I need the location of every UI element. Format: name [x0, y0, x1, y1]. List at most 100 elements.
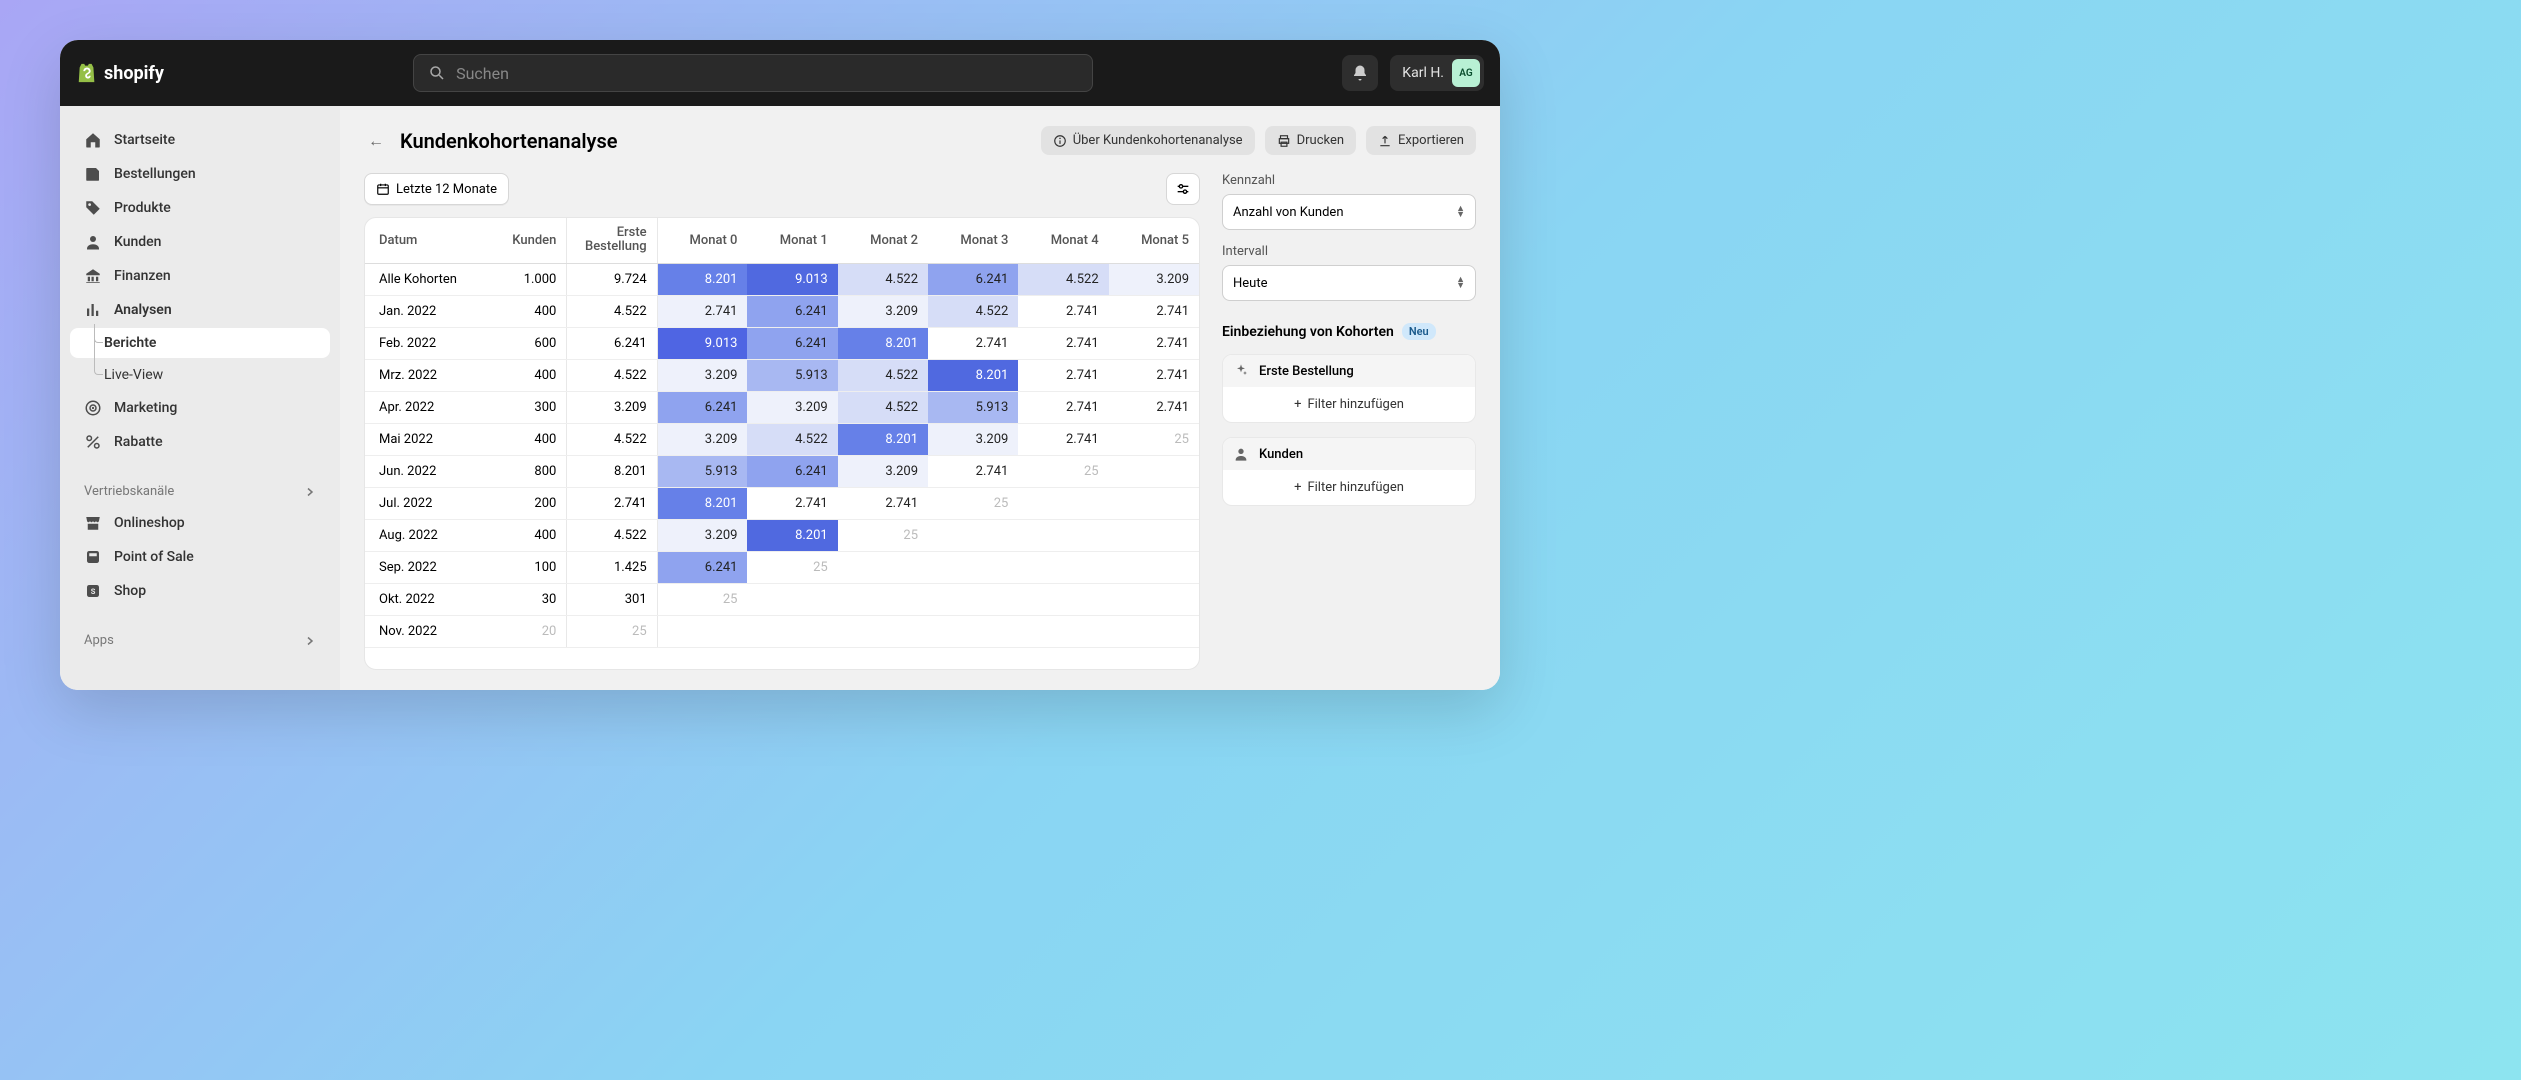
cohort-cell: 8.201 — [838, 423, 928, 455]
column-header[interactable]: Monat 5 — [1109, 218, 1199, 263]
orders-icon — [84, 165, 102, 183]
logo[interactable]: shopify — [76, 61, 164, 85]
notifications-button[interactable] — [1342, 55, 1378, 91]
table-row: Jun. 20228008.2015.9136.2413.2092.74125 — [365, 455, 1199, 487]
column-header[interactable]: Datum — [365, 218, 492, 263]
sidebar-item-home[interactable]: Startseite — [70, 124, 330, 156]
interval-select[interactable]: Heute ▲▼ — [1222, 265, 1476, 301]
row-label: Aug. 2022 — [365, 519, 492, 551]
sidebar-item-label: Produkte — [114, 200, 171, 216]
sidebar-item-analytics[interactable]: Analysen — [70, 294, 330, 326]
chevron-right-icon — [304, 486, 316, 498]
cell-value: 4.522 — [567, 295, 657, 327]
select-chevrons-icon: ▲▼ — [1456, 277, 1465, 289]
search-placeholder: Suchen — [456, 64, 509, 83]
sidebar-item-label: Startseite — [114, 132, 175, 148]
sidebar-section-apps[interactable]: Apps — [70, 627, 330, 654]
column-header[interactable]: Monat 4 — [1018, 218, 1108, 263]
cell-value: 200 — [492, 487, 566, 519]
back-button[interactable]: ← — [364, 129, 388, 153]
cohort-cell — [657, 615, 747, 647]
printer-icon — [1277, 134, 1291, 148]
metric-select[interactable]: Anzahl von Kunden ▲▼ — [1222, 194, 1476, 230]
cell-value: 20 — [492, 615, 566, 647]
cell-value: 2.741 — [567, 487, 657, 519]
print-button[interactable]: Drucken — [1265, 126, 1356, 155]
row-label: Feb. 2022 — [365, 327, 492, 359]
sidebar-section-channels[interactable]: Vertriebskanäle — [70, 478, 330, 505]
column-header[interactable]: ErsteBestellung — [567, 218, 657, 263]
sidebar: Startseite Bestellungen Produkte Kunden … — [60, 106, 340, 690]
sidebar-item-customers[interactable]: Kunden — [70, 226, 330, 258]
sidebar-item-liveview[interactable]: Live-View — [70, 360, 330, 390]
add-filter-button[interactable]: + Filter hinzufügen — [1223, 470, 1475, 505]
column-header[interactable]: Monat 2 — [838, 218, 928, 263]
cohort-cell: 3.209 — [657, 359, 747, 391]
cohort-cell — [1109, 551, 1199, 583]
sidebar-item-pos[interactable]: Point of Sale — [70, 541, 330, 573]
cell-value: 9.724 — [567, 263, 657, 295]
sidebar-item-label: Shop — [114, 583, 146, 599]
date-range-button[interactable]: Letzte 12 Monate — [364, 173, 509, 205]
column-header[interactable]: Monat 1 — [747, 218, 837, 263]
cohort-cell: 2.741 — [1018, 359, 1108, 391]
sidebar-item-label: Onlineshop — [114, 515, 185, 531]
cohort-cell: 5.913 — [657, 455, 747, 487]
cell-value: 600 — [492, 327, 566, 359]
card-title: Erste Bestellung — [1259, 364, 1354, 379]
table-row: Feb. 20226006.2419.0136.2418.2012.7412.7… — [365, 327, 1199, 359]
sidebar-item-reports[interactable]: Berichte — [70, 328, 330, 358]
sidebar-item-label: Rabatte — [114, 434, 163, 450]
cohort-cell: 4.522 — [838, 391, 928, 423]
table-row: Alle Kohorten1.0009.7248.2019.0134.5226.… — [365, 263, 1199, 295]
sidebar-item-discounts[interactable]: Rabatte — [70, 426, 330, 458]
cell-value: 400 — [492, 519, 566, 551]
table-settings-button[interactable] — [1166, 173, 1200, 205]
column-header[interactable]: Monat 3 — [928, 218, 1018, 263]
cohort-cell: 2.741 — [1018, 295, 1108, 327]
column-header[interactable]: Monat 0 — [657, 218, 747, 263]
percent-icon — [84, 433, 102, 451]
app-shell: shopify Suchen Karl H. AG Startseite — [60, 40, 1500, 690]
sidebar-item-shop[interactable]: S Shop — [70, 575, 330, 607]
sidebar-item-products[interactable]: Produkte — [70, 192, 330, 224]
cell-value: 301 — [567, 583, 657, 615]
cohort-cell: 6.241 — [657, 551, 747, 583]
add-filter-button[interactable]: + Filter hinzufügen — [1223, 387, 1475, 422]
sidebar-item-finance[interactable]: Finanzen — [70, 260, 330, 292]
search-input[interactable]: Suchen — [413, 54, 1093, 92]
sidebar-section-label: Vertriebskanäle — [84, 484, 174, 499]
cohort-cell — [1018, 583, 1108, 615]
inclusion-title: Einbeziehung von Kohorten — [1222, 324, 1394, 340]
export-button[interactable]: Exportieren — [1366, 126, 1476, 155]
select-chevrons-icon: ▲▼ — [1456, 206, 1465, 218]
sidebar-item-orders[interactable]: Bestellungen — [70, 158, 330, 190]
about-button[interactable]: Über Kundenkohortenanalyse — [1041, 126, 1255, 155]
avatar: AG — [1452, 59, 1480, 87]
cohort-cell: 2.741 — [1018, 327, 1108, 359]
cohort-cell: 25 — [747, 551, 837, 583]
sidebar-item-marketing[interactable]: Marketing — [70, 392, 330, 424]
cohort-cell: 8.201 — [657, 487, 747, 519]
cohort-cell: 25 — [838, 519, 928, 551]
table-scroll[interactable]: DatumKundenErsteBestellungMonat 0Monat 1… — [365, 218, 1199, 669]
cell-value: 1.000 — [492, 263, 566, 295]
sidebar-item-label: Marketing — [114, 400, 177, 416]
table-row: Mrz. 20224004.5223.2095.9134.5228.2012.7… — [365, 359, 1199, 391]
cell-value: 400 — [492, 295, 566, 327]
sidebar-item-onlinestore[interactable]: Onlineshop — [70, 507, 330, 539]
store-icon — [84, 514, 102, 532]
row-label: Jan. 2022 — [365, 295, 492, 327]
sidebar-item-label: Kunden — [114, 234, 161, 250]
cohort-cell: 8.201 — [657, 263, 747, 295]
cell-value: 400 — [492, 359, 566, 391]
column-header[interactable]: Kunden — [492, 218, 566, 263]
user-menu[interactable]: Karl H. AG — [1390, 55, 1484, 91]
cohort-cell — [747, 583, 837, 615]
cohort-cell: 2.741 — [838, 487, 928, 519]
table-row: Sep. 20221001.4256.24125 — [365, 551, 1199, 583]
cohort-cell — [1018, 551, 1108, 583]
inclusion-card-customers: Kunden + Filter hinzufügen — [1222, 437, 1476, 506]
cohort-cell: 2.741 — [1109, 327, 1199, 359]
cohort-cell — [928, 615, 1018, 647]
